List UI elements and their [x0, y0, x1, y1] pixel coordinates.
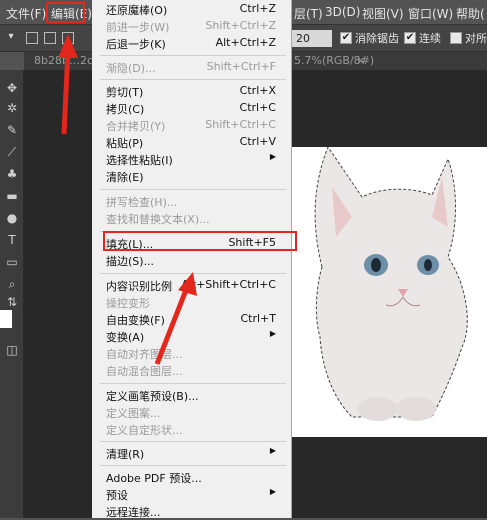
arrow-to-fill-item [154, 289, 189, 365]
annotation-arrows [58, 34, 197, 365]
arrow-to-edit-head [58, 34, 78, 58]
arrow-to-fill-head [178, 272, 197, 296]
arrow-to-edit-menu [61, 49, 71, 135]
